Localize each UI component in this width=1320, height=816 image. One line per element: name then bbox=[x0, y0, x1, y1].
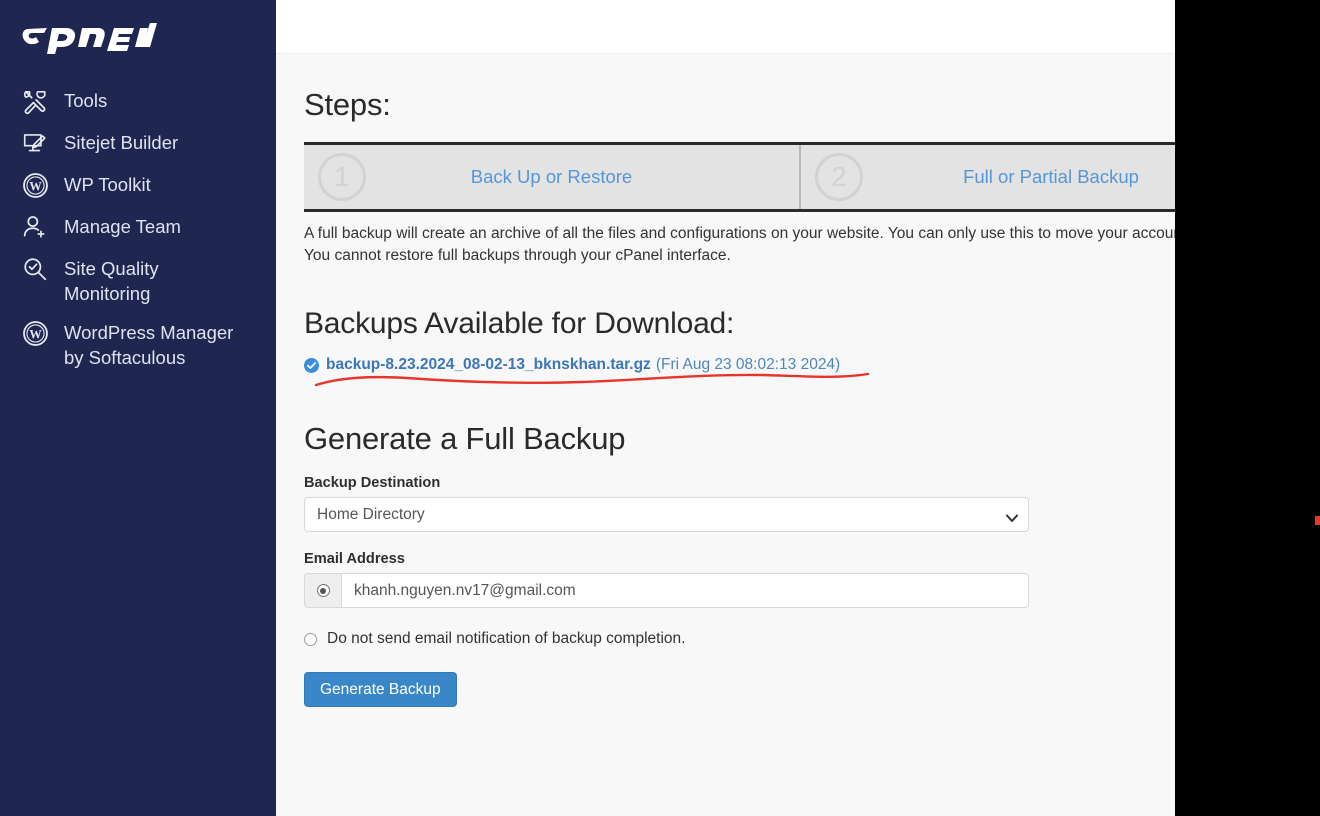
sidebar-item-manage-team[interactable]: Manage Team bbox=[0, 206, 276, 248]
main-content: Steps: 1 Back Up or Restore 2 Full or Pa… bbox=[276, 55, 1175, 816]
screen-root: Tools Sitejet Builder W WP Toolkit Manag… bbox=[0, 0, 1320, 816]
wordpress-icon: W bbox=[20, 170, 50, 200]
svg-text:W: W bbox=[29, 179, 42, 193]
radio-unselected-icon bbox=[304, 632, 317, 646]
backup-destination-wrap: Home Directory bbox=[304, 497, 1029, 533]
sidebar-item-site-quality-monitoring[interactable]: Site Quality Monitoring bbox=[0, 248, 276, 312]
backup-file-row: backup-8.23.2024_08-02-13_bknskhan.tar.g… bbox=[304, 356, 924, 387]
wordpress-icon: W bbox=[20, 318, 50, 348]
sidebar-item-label: WordPress Manager by Softaculous bbox=[64, 322, 234, 368]
step-1-label: Back Up or Restore bbox=[470, 166, 633, 188]
top-bar bbox=[276, 0, 1175, 54]
sidebar-item-tools[interactable]: Tools bbox=[0, 80, 276, 122]
email-address-input[interactable] bbox=[341, 573, 1029, 609]
radio-selected-icon bbox=[316, 584, 330, 598]
email-address-label: Email Address bbox=[304, 551, 405, 568]
sidebar: Tools Sitejet Builder W WP Toolkit Manag… bbox=[0, 0, 276, 816]
generate-backup-heading: Generate a Full Backup bbox=[304, 421, 626, 457]
sidebar-item-label: Tools bbox=[64, 90, 108, 111]
check-circle-icon bbox=[304, 357, 319, 373]
monitor-pen-icon bbox=[20, 128, 50, 158]
magnifier-check-icon bbox=[20, 254, 50, 284]
page-title: Steps: bbox=[304, 87, 391, 122]
sidebar-item-wp-toolkit[interactable]: W WP Toolkit bbox=[0, 164, 276, 206]
no-email-notification-option[interactable]: Do not send email notification of backup… bbox=[304, 630, 1175, 648]
step-2-number: 2 bbox=[815, 153, 863, 202]
tools-icon bbox=[20, 86, 50, 116]
backup-destination-label: Backup Destination bbox=[304, 475, 441, 492]
sidebar-item-wordpress-manager[interactable]: W WordPress Manager by Softaculous bbox=[0, 312, 276, 376]
cpanel-logo[interactable] bbox=[22, 18, 276, 62]
backup-file-link[interactable]: backup-8.23.2024_08-02-13_bknskhan.tar.g… bbox=[326, 356, 651, 374]
email-input-group bbox=[304, 573, 1029, 609]
sidebar-item-label: Site Quality Monitoring bbox=[64, 258, 159, 304]
browser-viewport: Tools Sitejet Builder W WP Toolkit Manag… bbox=[0, 0, 1175, 816]
generate-backup-button[interactable]: Generate Backup bbox=[304, 672, 457, 708]
cursor-speck bbox=[1315, 516, 1320, 525]
backup-file-date: (Fri Aug 23 08:02:13 2024) bbox=[655, 356, 841, 374]
sidebar-item-label: Sitejet Builder bbox=[64, 132, 179, 153]
svg-text:W: W bbox=[29, 327, 42, 341]
user-plus-icon bbox=[20, 212, 50, 242]
step-1-number: 1 bbox=[318, 153, 366, 202]
send-email-radio[interactable] bbox=[304, 573, 341, 609]
step-1-back-up-or-restore[interactable]: 1 Back Up or Restore bbox=[304, 145, 801, 210]
no-email-notification-label: Do not send email notification of backup… bbox=[327, 630, 686, 648]
backup-description: A full backup will create an archive of … bbox=[304, 225, 1175, 265]
sidebar-nav: Tools Sitejet Builder W WP Toolkit Manag… bbox=[0, 80, 276, 376]
backups-available-heading: Backups Available for Download: bbox=[304, 307, 735, 341]
sidebar-item-sitejet-builder[interactable]: Sitejet Builder bbox=[0, 122, 276, 164]
sidebar-item-label: Manage Team bbox=[64, 216, 181, 237]
backup-destination-select[interactable]: Home Directory bbox=[304, 497, 1029, 533]
step-2-full-or-partial-backup[interactable]: 2 Full or Partial Backup bbox=[801, 145, 1175, 210]
sidebar-item-label: WP Toolkit bbox=[64, 174, 151, 195]
steps-breadcrumb: 1 Back Up or Restore 2 Full or Partial B… bbox=[304, 142, 1175, 213]
